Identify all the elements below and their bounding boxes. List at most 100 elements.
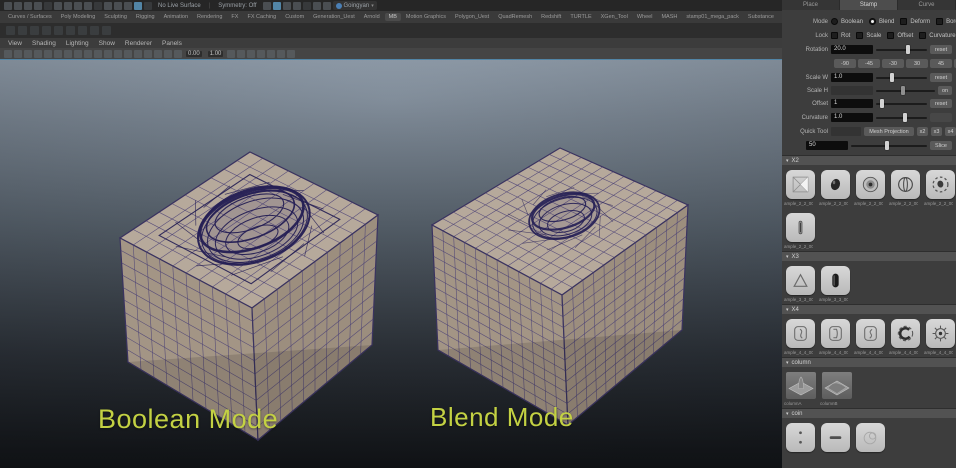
shelf-slot-icon[interactable] xyxy=(78,26,87,35)
shelf-slot-icon[interactable] xyxy=(66,26,75,35)
shelf-tab-quadremesh[interactable]: QuadRemesh xyxy=(494,13,536,21)
exposure-toggle-icon[interactable] xyxy=(277,50,285,58)
shelf-tab-turtle[interactable]: TURTLE xyxy=(566,13,595,21)
grease-pencil-icon[interactable] xyxy=(64,50,72,58)
gamma-toggle-icon[interactable] xyxy=(287,50,295,58)
shelf-tab-motion-graphics[interactable]: Motion Graphics xyxy=(402,13,450,21)
shelf-tab-arnold[interactable]: Arnold xyxy=(360,13,384,21)
section-header-coin[interactable]: ▾ coin xyxy=(782,408,956,418)
multiplier-x2-button[interactable]: x2 xyxy=(917,127,928,136)
snap-projected-center-icon[interactable] xyxy=(144,2,152,10)
pause-viewport-icon[interactable] xyxy=(323,2,331,10)
scale-w-reset-button[interactable]: reset xyxy=(930,73,952,82)
shelf-tab-mb[interactable]: MB xyxy=(385,13,401,21)
viewport-menu-shading[interactable]: Shading xyxy=(32,40,56,47)
scale-w-slider[interactable] xyxy=(876,73,927,82)
curvature-slider[interactable] xyxy=(876,113,927,122)
snap-point-icon[interactable] xyxy=(134,2,142,10)
lock-offset-checkbox[interactable] xyxy=(887,32,894,39)
shelf-tab-curves-surfaces[interactable]: Curves / Surfaces xyxy=(4,13,56,21)
isolate-select-icon[interactable] xyxy=(257,50,265,58)
viewport-menu-panels[interactable]: Panels xyxy=(162,40,182,47)
stamp-button[interactable] xyxy=(821,266,850,295)
make-live-icon[interactable] xyxy=(263,2,271,10)
section-header-x3[interactable]: ▾ X3 xyxy=(782,251,956,261)
user-account-chip[interactable]: Goingyan ▾ xyxy=(333,1,377,10)
stamp-button[interactable] xyxy=(891,170,920,199)
rotation-slider[interactable] xyxy=(876,45,927,54)
offset-reset-button[interactable]: reset xyxy=(930,99,952,108)
viewport-menu-lighting[interactable]: Lighting xyxy=(66,40,89,47)
shelf-tab-rigging[interactable]: Rigging xyxy=(132,13,159,21)
shelf-tab-xgen-tool[interactable]: XGen_Tool xyxy=(597,13,632,21)
shelf-tab-redshift[interactable]: Redshift xyxy=(537,13,565,21)
image-plane-icon[interactable] xyxy=(44,50,52,58)
snap-curve-icon[interactable] xyxy=(124,2,132,10)
paint-select-icon[interactable] xyxy=(74,2,82,10)
shelf-slot-icon[interactable] xyxy=(30,26,39,35)
curvature-input[interactable]: 1.0 xyxy=(831,113,873,122)
shelf-slot-icon[interactable] xyxy=(42,26,51,35)
stamp-button[interactable] xyxy=(856,170,885,199)
scale-tool-icon[interactable] xyxy=(104,2,112,10)
safe-title-icon[interactable] xyxy=(134,50,142,58)
shelf-tab-sculpting[interactable]: Sculpting xyxy=(100,13,131,21)
mode-border-checkbox[interactable] xyxy=(936,18,943,25)
redo-icon[interactable] xyxy=(44,2,52,10)
stamp-button[interactable] xyxy=(821,423,850,452)
render-settings-icon[interactable] xyxy=(293,2,301,10)
hypershade-icon[interactable] xyxy=(303,2,311,10)
snap-grid-icon[interactable] xyxy=(114,2,122,10)
open-scene-icon[interactable] xyxy=(14,2,22,10)
stamp-button[interactable] xyxy=(786,372,816,399)
wireframe-mode-icon[interactable] xyxy=(144,50,152,58)
symmetry-dropdown[interactable]: Symmetry: Off xyxy=(218,3,256,9)
stamp-button[interactable] xyxy=(786,319,815,348)
undo-icon[interactable] xyxy=(34,2,42,10)
move-tool-icon[interactable] xyxy=(84,2,92,10)
stamp-button[interactable] xyxy=(822,372,852,399)
scale-h-on-button[interactable]: on xyxy=(938,86,952,95)
stamp-button[interactable] xyxy=(786,423,815,452)
rotate-tool-icon[interactable] xyxy=(94,2,102,10)
gate-mask-icon[interactable] xyxy=(104,50,112,58)
scale-w-input[interactable]: 1.0 xyxy=(831,73,873,82)
scale-h-input[interactable] xyxy=(831,86,873,95)
stamp-button[interactable] xyxy=(821,319,850,348)
gamma-readout[interactable]: 1.00 xyxy=(208,51,224,57)
shelf-tab-stamp01-mega-pack[interactable]: stamp01_mega_pack xyxy=(682,13,743,21)
stamp-button[interactable] xyxy=(856,423,885,452)
rotation-input[interactable]: 20.0 xyxy=(831,45,873,54)
ipr-render-icon[interactable] xyxy=(283,2,291,10)
lock-camera-icon[interactable] xyxy=(14,50,22,58)
curvature-extra-button[interactable] xyxy=(930,113,952,122)
shaded-mode-icon[interactable] xyxy=(154,50,162,58)
stamp-button[interactable] xyxy=(926,319,955,348)
stamp-button[interactable] xyxy=(856,319,885,348)
tab-curve[interactable]: Curve xyxy=(898,0,956,10)
multiplier-x4-button[interactable]: x4 xyxy=(945,127,956,136)
slice-slider[interactable] xyxy=(851,141,927,150)
shelf-tab-polygon-uest[interactable]: Polygon_Uest xyxy=(451,13,493,21)
textured-mode-icon[interactable] xyxy=(164,50,172,58)
select-camera-icon[interactable] xyxy=(4,50,12,58)
offset-slider[interactable] xyxy=(876,99,927,108)
exposure-readout[interactable]: 0.00 xyxy=(186,51,202,57)
stamp-button[interactable] xyxy=(786,266,815,295)
offset-input[interactable]: 1 xyxy=(831,99,873,108)
save-scene-icon[interactable] xyxy=(24,2,32,10)
live-surface-dropdown[interactable]: No Live Surface xyxy=(158,3,201,9)
bookmarks-icon[interactable] xyxy=(34,50,42,58)
safe-action-icon[interactable] xyxy=(124,50,132,58)
lock-rot-checkbox[interactable] xyxy=(831,32,838,39)
motion-blur-icon[interactable] xyxy=(247,50,255,58)
angle-minus90-button[interactable]: -90 xyxy=(834,59,856,68)
angle-30-button[interactable]: 30 xyxy=(906,59,928,68)
shelf-tab-custom[interactable]: Custom xyxy=(281,13,308,21)
grid-toggle-icon[interactable] xyxy=(74,50,82,58)
shadows-toggle-icon[interactable] xyxy=(227,50,235,58)
viewport-menu-show[interactable]: Show xyxy=(99,40,115,47)
screen-space-ao-icon[interactable] xyxy=(237,50,245,58)
shelf-tab-fx-caching[interactable]: FX Caching xyxy=(243,13,280,21)
shelf-slot-icon[interactable] xyxy=(90,26,99,35)
